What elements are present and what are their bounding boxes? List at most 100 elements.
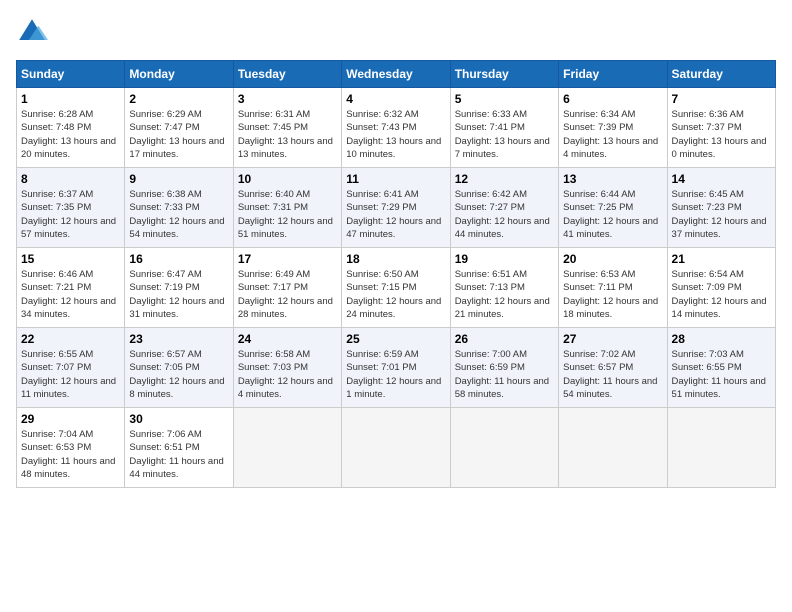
day-cell-12: 12 Sunrise: 6:42 AMSunset: 7:27 PMDayligh…	[450, 168, 558, 248]
day-number: 30	[129, 412, 228, 426]
day-info: Sunrise: 7:06 AMSunset: 6:51 PMDaylight:…	[129, 428, 228, 481]
day-number: 3	[238, 92, 337, 106]
day-cell-8: 8 Sunrise: 6:37 AMSunset: 7:35 PMDaylight…	[17, 168, 125, 248]
table-row: 15 Sunrise: 6:46 AMSunset: 7:21 PMDayligh…	[17, 248, 776, 328]
day-number: 15	[21, 252, 120, 266]
logo-icon	[16, 16, 48, 48]
day-number: 2	[129, 92, 228, 106]
day-cell-25: 25 Sunrise: 6:59 AMSunset: 7:01 PMDayligh…	[342, 328, 450, 408]
header-saturday: Saturday	[667, 61, 775, 88]
empty-cell	[342, 408, 450, 488]
day-cell-6: 6 Sunrise: 6:34 AMSunset: 7:39 PMDaylight…	[559, 88, 667, 168]
header-sunday: Sunday	[17, 61, 125, 88]
day-number: 11	[346, 172, 445, 186]
day-number: 27	[563, 332, 662, 346]
day-cell-28: 28Sunrise: 7:03 AMSunset: 6:55 PMDayligh…	[667, 328, 775, 408]
day-cell-14: 14 Sunrise: 6:45 AMSunset: 7:23 PMDayligh…	[667, 168, 775, 248]
day-cell-7: 7 Sunrise: 6:36 AMSunset: 7:37 PMDaylight…	[667, 88, 775, 168]
day-cell-27: 27 Sunrise: 7:02 AMSunset: 6:57 PMDayligh…	[559, 328, 667, 408]
day-number: 12	[455, 172, 554, 186]
day-cell-13: 13 Sunrise: 6:44 AMSunset: 7:25 PMDayligh…	[559, 168, 667, 248]
day-number: 28	[672, 332, 771, 346]
day-info: Sunrise: 6:38 AMSunset: 7:33 PMDaylight:…	[129, 188, 228, 241]
day-info: Sunrise: 6:54 AMSunset: 7:09 PMDaylight:…	[672, 268, 771, 321]
day-cell-2: 2 Sunrise: 6:29 AMSunset: 7:47 PMDaylight…	[125, 88, 233, 168]
day-info: Sunrise: 7:02 AMSunset: 6:57 PMDaylight:…	[563, 348, 662, 401]
day-cell-3: 3Sunrise: 6:31 AMSunset: 7:45 PMDaylight…	[233, 88, 341, 168]
table-row: 8 Sunrise: 6:37 AMSunset: 7:35 PMDaylight…	[17, 168, 776, 248]
day-number: 24	[238, 332, 337, 346]
day-cell-11: 11 Sunrise: 6:41 AMSunset: 7:29 PMDayligh…	[342, 168, 450, 248]
day-cell-21: 21 Sunrise: 6:54 AMSunset: 7:09 PMDayligh…	[667, 248, 775, 328]
day-info: Sunrise: 6:34 AMSunset: 7:39 PMDaylight:…	[563, 108, 662, 161]
day-info: Sunrise: 6:49 AMSunset: 7:17 PMDaylight:…	[238, 268, 337, 321]
page-header	[16, 16, 776, 48]
day-info: Sunrise: 6:51 AMSunset: 7:13 PMDaylight:…	[455, 268, 554, 321]
empty-cell	[233, 408, 341, 488]
day-info: Sunrise: 6:47 AMSunset: 7:19 PMDaylight:…	[129, 268, 228, 321]
header-wednesday: Wednesday	[342, 61, 450, 88]
header-friday: Friday	[559, 61, 667, 88]
day-number: 29	[21, 412, 120, 426]
day-number: 16	[129, 252, 228, 266]
day-cell-30: 30 Sunrise: 7:06 AMSunset: 6:51 PMDayligh…	[125, 408, 233, 488]
day-cell-15: 15 Sunrise: 6:46 AMSunset: 7:21 PMDayligh…	[17, 248, 125, 328]
empty-cell	[450, 408, 558, 488]
day-info: Sunrise: 6:53 AMSunset: 7:11 PMDaylight:…	[563, 268, 662, 321]
header-monday: Monday	[125, 61, 233, 88]
day-number: 20	[563, 252, 662, 266]
day-cell-17: 17 Sunrise: 6:49 AMSunset: 7:17 PMDayligh…	[233, 248, 341, 328]
day-number: 25	[346, 332, 445, 346]
day-number: 14	[672, 172, 771, 186]
empty-cell	[559, 408, 667, 488]
day-number: 6	[563, 92, 662, 106]
day-cell-9: 9 Sunrise: 6:38 AMSunset: 7:33 PMDaylight…	[125, 168, 233, 248]
day-number: 8	[21, 172, 120, 186]
day-number: 5	[455, 92, 554, 106]
day-number: 9	[129, 172, 228, 186]
table-row: 1 Sunrise: 6:28 AMSunset: 7:48 PMDaylight…	[17, 88, 776, 168]
day-info: Sunrise: 6:41 AMSunset: 7:29 PMDaylight:…	[346, 188, 445, 241]
calendar-table: Sunday Monday Tuesday Wednesday Thursday…	[16, 60, 776, 488]
day-cell-23: 23 Sunrise: 6:57 AMSunset: 7:05 PMDayligh…	[125, 328, 233, 408]
day-info: Sunrise: 6:58 AMSunset: 7:03 PMDaylight:…	[238, 348, 337, 401]
day-info: Sunrise: 6:45 AMSunset: 7:23 PMDaylight:…	[672, 188, 771, 241]
day-cell-29: 29 Sunrise: 7:04 AMSunset: 6:53 PMDayligh…	[17, 408, 125, 488]
day-cell-1: 1 Sunrise: 6:28 AMSunset: 7:48 PMDaylight…	[17, 88, 125, 168]
day-number: 21	[672, 252, 771, 266]
day-number: 1	[21, 92, 120, 106]
day-info: Sunrise: 6:32 AMSunset: 7:43 PMDaylight:…	[346, 108, 445, 161]
day-info: Sunrise: 6:42 AMSunset: 7:27 PMDaylight:…	[455, 188, 554, 241]
day-info: Sunrise: 6:57 AMSunset: 7:05 PMDaylight:…	[129, 348, 228, 401]
day-info: Sunrise: 6:28 AMSunset: 7:48 PMDaylight:…	[21, 108, 120, 161]
day-info: Sunrise: 7:00 AMSunset: 6:59 PMDaylight:…	[455, 348, 554, 401]
day-cell-19: 19 Sunrise: 6:51 AMSunset: 7:13 PMDayligh…	[450, 248, 558, 328]
day-number: 19	[455, 252, 554, 266]
day-number: 10	[238, 172, 337, 186]
header-tuesday: Tuesday	[233, 61, 341, 88]
day-info: Sunrise: 7:04 AMSunset: 6:53 PMDaylight:…	[21, 428, 120, 481]
day-cell-5: 5Sunrise: 6:33 AMSunset: 7:41 PMDaylight…	[450, 88, 558, 168]
day-number: 7	[672, 92, 771, 106]
calendar-header-row: Sunday Monday Tuesday Wednesday Thursday…	[17, 61, 776, 88]
day-number: 13	[563, 172, 662, 186]
day-info: Sunrise: 6:37 AMSunset: 7:35 PMDaylight:…	[21, 188, 120, 241]
day-cell-22: 22 Sunrise: 6:55 AMSunset: 7:07 PMDayligh…	[17, 328, 125, 408]
day-number: 26	[455, 332, 554, 346]
table-row: 29 Sunrise: 7:04 AMSunset: 6:53 PMDayligh…	[17, 408, 776, 488]
day-number: 22	[21, 332, 120, 346]
day-info: Sunrise: 6:44 AMSunset: 7:25 PMDaylight:…	[563, 188, 662, 241]
day-info: Sunrise: 6:46 AMSunset: 7:21 PMDaylight:…	[21, 268, 120, 321]
day-number: 17	[238, 252, 337, 266]
day-cell-10: 10Sunrise: 6:40 AMSunset: 7:31 PMDayligh…	[233, 168, 341, 248]
day-info: Sunrise: 6:29 AMSunset: 7:47 PMDaylight:…	[129, 108, 228, 161]
logo	[16, 16, 52, 48]
day-number: 18	[346, 252, 445, 266]
day-cell-20: 20 Sunrise: 6:53 AMSunset: 7:11 PMDayligh…	[559, 248, 667, 328]
day-number: 23	[129, 332, 228, 346]
day-info: Sunrise: 6:36 AMSunset: 7:37 PMDaylight:…	[672, 108, 771, 161]
day-info: Sunrise: 6:59 AMSunset: 7:01 PMDaylight:…	[346, 348, 445, 401]
table-row: 22 Sunrise: 6:55 AMSunset: 7:07 PMDayligh…	[17, 328, 776, 408]
header-thursday: Thursday	[450, 61, 558, 88]
day-info: Sunrise: 6:55 AMSunset: 7:07 PMDaylight:…	[21, 348, 120, 401]
